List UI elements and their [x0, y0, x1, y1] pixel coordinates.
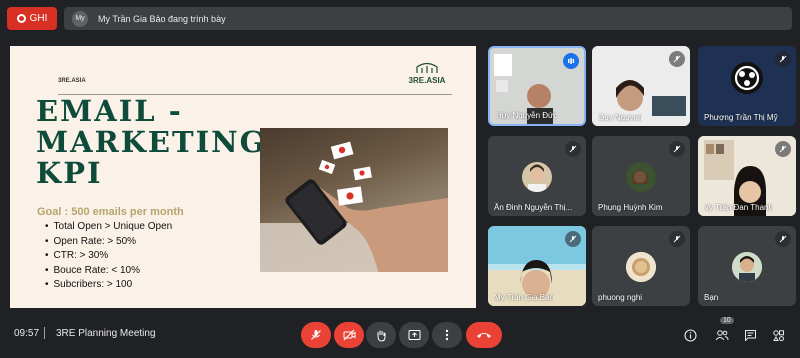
mic-off-icon [775, 141, 791, 157]
more-options-button[interactable] [432, 322, 462, 348]
slide-logo-text: 3RE.ASIA [408, 76, 446, 85]
participant-name: phuong nghi [598, 293, 643, 302]
presenting-text: My Trần Gia Bảo đang trình bày [98, 13, 226, 24]
slide-title-line: MARKETING [36, 125, 267, 159]
people-icon [715, 330, 729, 341]
mic-off-icon [775, 51, 791, 67]
participant-name: My Trần Gia Bảo [494, 293, 555, 302]
avatar [626, 162, 656, 192]
presenter-avatar: My [72, 10, 88, 27]
list-item: Bouce Rate: < 10% [45, 264, 172, 279]
avatar [522, 162, 552, 192]
participant-tile[interactable]: Phụng Huỳnh Kim [592, 136, 690, 216]
list-item: CTR: > 30% [45, 249, 172, 264]
logo-arch-icon [416, 62, 438, 73]
slide-small-logo: 3RE.ASIA [58, 78, 86, 84]
presentation-slide: 3RE.ASIA 3RE.ASIA EMAIL - MARKETING KPI … [10, 46, 476, 308]
record-icon [16, 14, 26, 23]
participant-tile[interactable]: Ân Đinh Nguyễn Thị... [488, 136, 586, 216]
meeting-clock: 09:57 [14, 328, 40, 339]
hang-up-icon [477, 333, 491, 338]
list-item: Open Rate: > 50% [45, 235, 172, 250]
participant-tile[interactable]: Phượng Trần Thị Mỹ [698, 46, 796, 126]
participant-name: Bạn [704, 293, 719, 302]
participant-name: Vy Trần Đan Thanh [704, 203, 773, 212]
more-vert-icon [445, 329, 449, 341]
avatar [732, 252, 762, 282]
record-label: GHI [29, 13, 48, 24]
mic-off-icon [565, 141, 581, 157]
activities-button[interactable] [770, 327, 786, 343]
chat-icon [744, 330, 756, 341]
leave-call-button[interactable] [466, 322, 502, 348]
slide-title-line: EMAIL - [36, 94, 183, 128]
mic-off-icon [775, 231, 791, 247]
participant-tile[interactable]: Quy Nguyen [592, 46, 690, 126]
participant-count-badge: 10 [720, 317, 734, 324]
microphone-toggle-button[interactable] [301, 322, 331, 348]
mic-off-icon [669, 141, 685, 157]
participant-name: Phụng Huỳnh Kim [598, 203, 663, 212]
activities-icon [772, 329, 784, 341]
list-item: Total Open > Unique Open [45, 220, 173, 235]
participant-tile[interactable]: Vy Trần Đan Thanh [698, 136, 796, 216]
mic-off-icon [311, 330, 321, 340]
people-button[interactable] [714, 327, 730, 343]
participant-tile[interactable]: phuong nghi [592, 226, 690, 306]
participant-name: Ân Đinh Nguyễn Thị... [494, 203, 573, 212]
slide-phone-photo [260, 128, 448, 272]
hand-icon [377, 330, 386, 342]
speaking-indicator-icon [563, 53, 579, 69]
meeting-details-button[interactable] [682, 327, 698, 343]
participant-tile[interactable]: Huy Nguyễn Đức [488, 46, 586, 126]
camera-toggle-button[interactable] [334, 322, 364, 348]
present-screen-button[interactable] [399, 322, 429, 348]
mic-off-icon [669, 231, 685, 247]
presenting-banner: My My Trần Gia Bảo đang trình bày [64, 7, 792, 30]
participant-name: Quy Nguyen [598, 113, 643, 122]
divider [44, 327, 45, 339]
chat-button[interactable] [742, 327, 758, 343]
present-screen-icon [408, 330, 420, 340]
participant-name: Phượng Trần Thị Mỹ [704, 113, 778, 122]
participant-name: Huy Nguyễn Đức [496, 111, 558, 120]
participant-tile[interactable]: My Trần Gia Bảo [488, 226, 586, 306]
mic-off-icon [669, 51, 685, 67]
participant-tile[interactable]: Bạn [698, 226, 796, 306]
list-item: Subcribers: > 100 [45, 278, 172, 293]
slide-logo: 3RE.ASIA [398, 62, 456, 85]
slide-kpi-list: Total Open > Unique Open Open Rate: > 50… [45, 220, 173, 293]
meeting-name: 3RE Planning Meeting [56, 328, 156, 339]
slide-goal: Goal : 500 emails per month [37, 206, 184, 218]
record-button[interactable]: GHI [7, 7, 57, 30]
slide-title-line: KPI [36, 156, 103, 190]
mic-off-icon [565, 231, 581, 247]
avatar [626, 252, 656, 282]
camera-off-icon [343, 329, 355, 341]
raise-hand-button[interactable] [366, 322, 396, 348]
info-icon [683, 328, 697, 342]
slide-title: EMAIL - MARKETING KPI [36, 96, 266, 189]
